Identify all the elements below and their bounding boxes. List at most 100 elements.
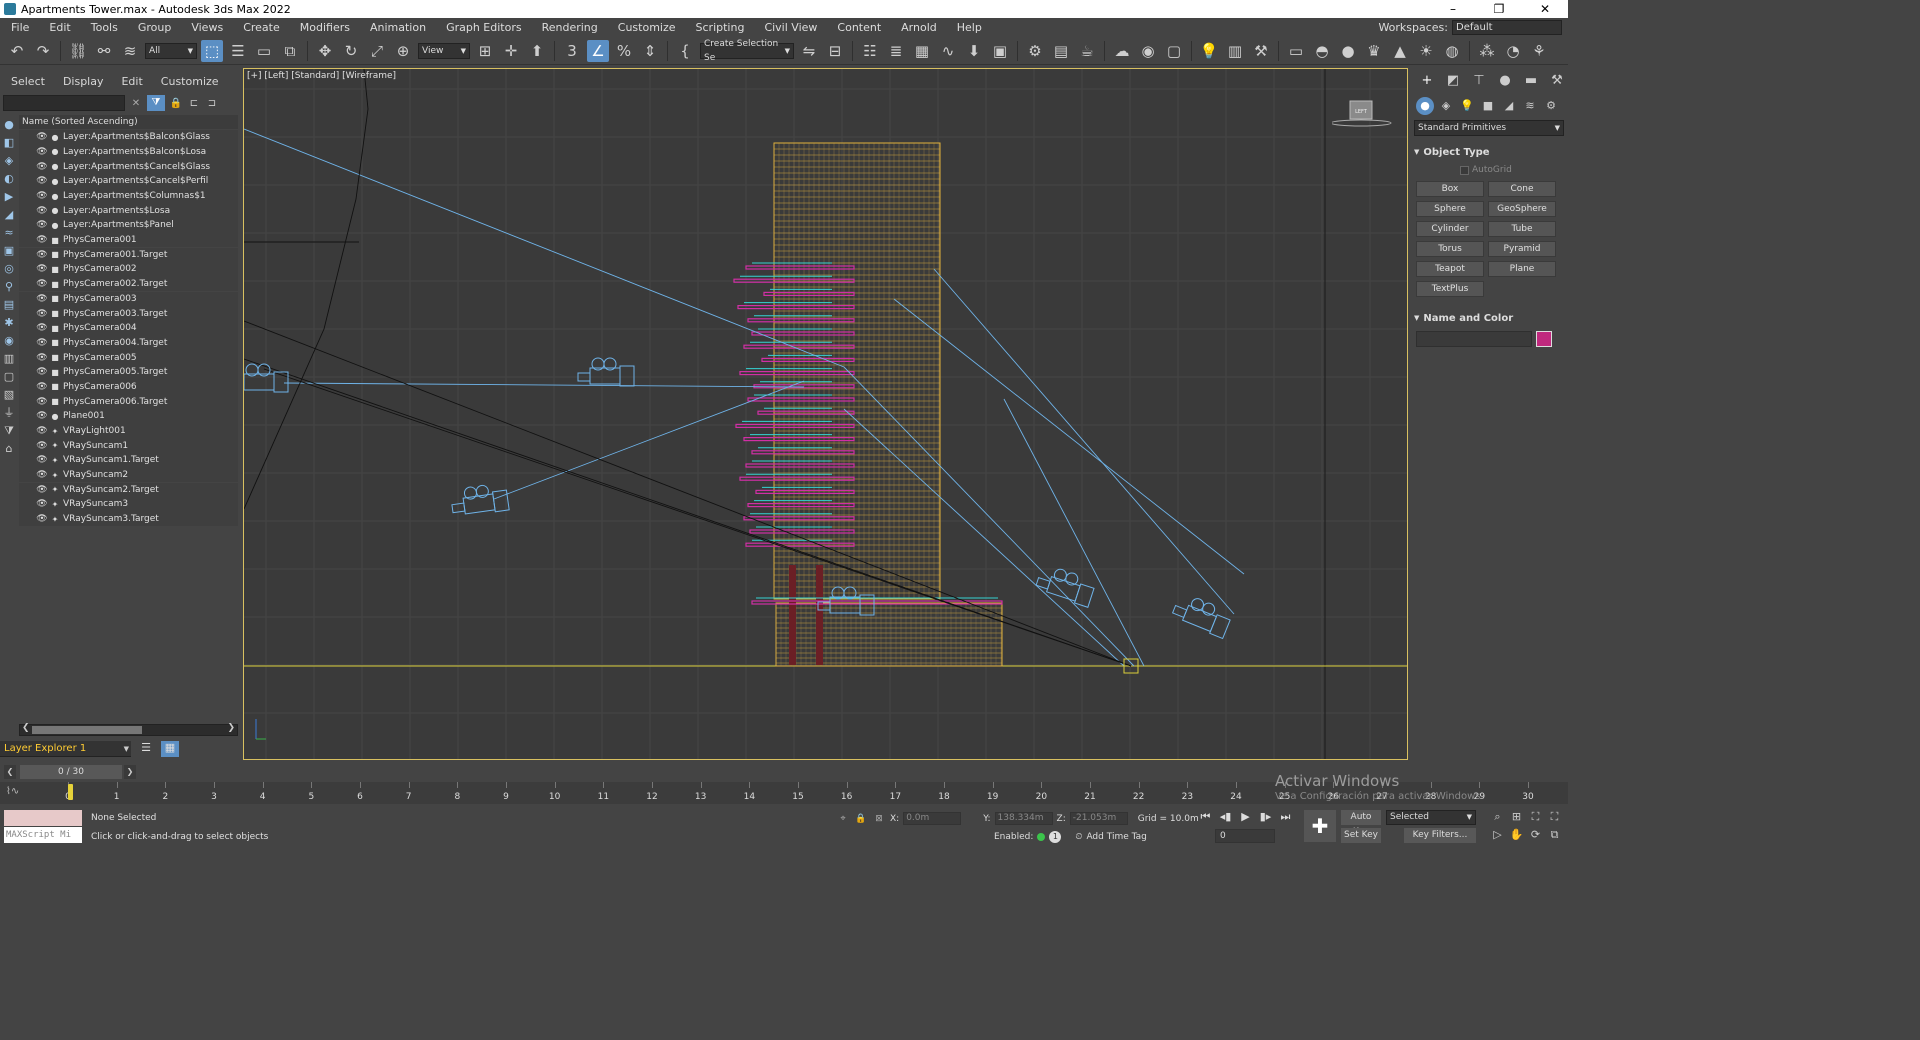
scale-icon[interactable]: ⤢ [366,40,388,62]
select-manipulate-icon[interactable]: ✛ [500,40,522,62]
visibility-eye-icon[interactable]: 👁 [36,499,48,509]
vray-ies-light-icon[interactable]: ♛ [1363,40,1385,62]
display-bones-icon[interactable]: ⚲ [1,279,17,295]
workspace-select[interactable]: Default [1452,20,1562,35]
visibility-eye-icon[interactable]: 👁 [36,191,48,201]
scroll-right-icon[interactable]: ❯ [227,723,235,733]
place-icon[interactable]: ⊕ [392,40,414,62]
tree-row[interactable]: 👁 ✦ VRayLight001 [19,423,238,439]
vray-material-icon[interactable]: ◔ [1502,40,1524,62]
explorer-search-input[interactable] [3,95,125,111]
field-of-view-icon[interactable]: ▷ [1488,828,1507,842]
rendered-frame-window-icon[interactable]: ▤ [1050,40,1072,62]
scrollbar-thumb[interactable] [32,726,142,734]
visibility-eye-icon[interactable]: 👁 [36,235,48,245]
display-none-toggle-icon[interactable]: ▢ [1,369,17,385]
systems-category-icon[interactable]: ⚙ [1542,97,1560,115]
window-crossing-icon[interactable]: ⧉ [279,40,301,62]
menu-customize[interactable]: Customize [607,21,685,34]
go-to-end-icon[interactable]: ⏭ [1277,810,1294,824]
key-set-select[interactable]: Selected ▼ [1386,810,1476,825]
pivot-center-icon[interactable]: ⊞ [474,40,496,62]
lights-category-icon[interactable]: 💡 [1458,97,1476,115]
tree-row[interactable]: 👁 ● Layer:Apartments$Balcon$Glass [19,130,238,145]
menu-tools[interactable]: Tools [80,21,127,34]
utilities-tab-icon[interactable]: ⚒ [1546,71,1568,91]
spinner-snap-icon[interactable]: ⇕ [639,40,661,62]
filter-selected-icon[interactable]: ⧩ [1,423,17,439]
link-icon[interactable]: ⛓ [67,40,89,62]
tree-row[interactable]: 👁 ■ PhysCamera006.Target [19,394,238,409]
current-frame-spinner[interactable]: 0 [1215,829,1275,843]
horizontal-scrollbar[interactable]: ❮ ❯ [19,723,238,736]
visibility-eye-icon[interactable]: 👁 [36,294,48,304]
maximize-viewport-icon[interactable]: ⧉ [1545,828,1564,842]
pyramid-button[interactable]: Pyramid [1488,241,1556,257]
motion-tab-icon[interactable]: ● [1494,71,1516,91]
visibility-eye-icon[interactable]: 👁 [36,323,48,333]
tree-row[interactable]: 👁 ✦ VRaySuncam1.Target [19,453,238,468]
mirror-icon[interactable]: ⇋ [798,40,820,62]
menu-scripting[interactable]: Scripting [685,21,754,34]
menu-graph-editors[interactable]: Graph Editors [435,21,531,34]
named-selection-dropdown[interactable]: Create Selection Se ▼ [700,39,794,63]
visibility-eye-icon[interactable]: 👁 [36,264,48,274]
display-frozen-icon[interactable]: ◉ [1,333,17,349]
dependency-icon[interactable]: ⌂ [1,441,17,457]
edit-named-selection-icon[interactable]: { [674,40,696,62]
rectangular-selection-icon[interactable]: ▭ [253,40,275,62]
primitive-category-select[interactable]: Standard Primitives ▼ [1414,120,1564,136]
plane-button[interactable]: Plane [1488,261,1556,277]
align-icon[interactable]: ⊟ [824,40,846,62]
time-slider-thumb[interactable]: 0 / 30 [20,765,122,779]
render-setup-icon[interactable]: ⚙ [1024,40,1046,62]
tree-row[interactable]: 👁 ■ PhysCamera002 [19,262,238,277]
box-button[interactable]: Box [1416,181,1484,197]
unlink-icon[interactable]: ⚯ [93,40,115,62]
explorer-tab-edit[interactable]: Edit [121,75,142,88]
viewcube[interactable]: LEFT [1332,97,1392,137]
sync-selection-icon[interactable]: ⊐ [205,98,219,109]
clear-search-icon[interactable]: ✕ [129,98,143,109]
tree-row[interactable]: 👁 ■ PhysCamera005.Target [19,365,238,380]
angle-snap-icon[interactable]: ∠ [587,39,609,62]
tree-row[interactable]: 👁 ✦ VRaySuncam3 [19,497,238,512]
menu-file[interactable]: File [0,21,38,34]
display-groups-icon[interactable]: ▣ [1,243,17,259]
menu-edit[interactable]: Edit [38,21,79,34]
menu-help[interactable]: Help [946,21,991,34]
zoom-extents-all-icon[interactable]: ⛶ [1545,810,1564,824]
toggle-ribbon-icon[interactable]: ▦ [911,40,933,62]
tree-row[interactable]: 👁 ■ PhysCamera001 [19,232,238,248]
minimize-button[interactable]: – [1430,2,1476,16]
reference-coordinate-dropdown[interactable]: View ▼ [418,42,470,59]
y-coordinate-field[interactable]: 138.334m [994,812,1053,825]
auto-key-button[interactable]: Auto Key [1341,810,1381,837]
vray-sun-icon[interactable]: ☀ [1415,40,1437,62]
visibility-eye-icon[interactable]: 👁 [36,338,48,348]
display-helpers-icon[interactable]: ◢ [1,207,17,223]
filter-funnel-icon[interactable]: ⏚ [1,405,17,421]
menu-modifiers[interactable]: Modifiers [289,21,359,34]
menu-content[interactable]: Content [826,21,890,34]
selection-filter-dropdown[interactable]: All ▼ [145,42,197,59]
pan-icon[interactable]: ✋ [1507,828,1526,842]
vray-fur-icon[interactable]: ⚘ [1528,40,1550,62]
selection-lock-icon[interactable]: 🔒 [854,814,868,824]
display-none-icon[interactable]: ● [1,117,17,133]
autogrid-checkbox[interactable]: AutoGrid [1460,165,1568,175]
next-frame-arrow-icon[interactable]: ❯ [124,765,136,779]
next-frame-icon[interactable]: ▮▸ [1257,810,1274,824]
column-header-name[interactable]: Name (Sorted Ascending) [19,115,238,129]
visibility-eye-icon[interactable]: 👁 [36,485,48,495]
percent-snap-icon[interactable]: % [613,40,635,62]
play-icon[interactable]: ▶ [1237,810,1254,824]
display-space-warps-icon[interactable]: ≈ [1,225,17,241]
render-production-icon[interactable]: ☕ [1076,40,1098,62]
display-containers-icon[interactable]: ▤ [1,297,17,313]
cone-button[interactable]: Cone [1488,181,1556,197]
object-type-rollout[interactable]: ▼ Object Type [1414,145,1564,159]
menu-create[interactable]: Create [232,21,289,34]
geometry-category-icon[interactable]: ● [1416,97,1434,115]
visibility-eye-icon[interactable]: 👁 [36,411,48,421]
